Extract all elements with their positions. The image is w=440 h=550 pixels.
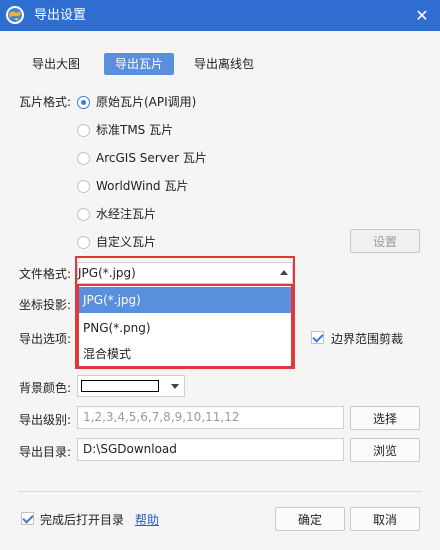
- radio-label: ArcGIS Server 瓦片: [96, 151, 207, 165]
- open-directory-label: 完成后打开目录: [40, 513, 125, 527]
- close-icon[interactable]: ✕: [410, 0, 434, 31]
- clip-boundary-label: 边界范围剪裁: [331, 332, 404, 346]
- radio-indicator[interactable]: [77, 208, 90, 221]
- radio-label: 自定义瓦片: [96, 235, 157, 249]
- clip-boundary-checkbox[interactable]: [311, 331, 324, 344]
- radio-label: WorldWind 瓦片: [96, 179, 189, 193]
- dropdown-option-mixed[interactable]: 混合模式: [79, 341, 291, 367]
- file-format-label: 文件格式:: [19, 267, 72, 281]
- file-format-select[interactable]: JPG(*.jpg): [77, 262, 293, 284]
- export-options-label: 导出选项:: [19, 332, 72, 346]
- export-levels-label: 导出级别:: [19, 413, 72, 427]
- radio-indicator[interactable]: [77, 180, 90, 193]
- radio-indicator[interactable]: [77, 96, 90, 109]
- tab-export-large-image[interactable]: 导出大图: [18, 53, 94, 75]
- ok-button[interactable]: 确定: [275, 507, 345, 531]
- radio-label: 水经注瓦片: [96, 207, 157, 221]
- window-title: 导出设置: [34, 8, 87, 23]
- export-levels-input[interactable]: 1,2,3,4,5,6,7,8,9,10,11,12: [77, 406, 344, 429]
- help-link[interactable]: 帮助: [135, 511, 159, 528]
- background-color-select[interactable]: [77, 375, 185, 397]
- tile-format-label: 瓦片格式:: [19, 95, 72, 109]
- tab-export-tiles[interactable]: 导出瓦片: [104, 53, 174, 75]
- background-color-label: 背景颜色:: [19, 381, 72, 395]
- cancel-button[interactable]: 取消: [350, 507, 420, 531]
- file-format-dropdown: JPG(*.jpg) PNG(*.png) 混合模式: [77, 284, 293, 368]
- dialog-body: 导出大图 导出瓦片 导出离线包 瓦片格式: 原始瓦片(API调用) 标准TMS …: [0, 31, 440, 550]
- select-levels-button[interactable]: 选择: [350, 406, 420, 430]
- chevron-up-icon[interactable]: [280, 270, 288, 275]
- footer-divider: [18, 491, 422, 492]
- radio-label: 原始瓦片(API调用): [96, 95, 197, 109]
- title-bar: 导出设置 ✕: [0, 0, 440, 31]
- tab-export-offline-package[interactable]: 导出离线包: [184, 53, 264, 75]
- export-directory-label: 导出目录:: [19, 445, 72, 459]
- radio-indicator[interactable]: [77, 124, 90, 137]
- browse-button[interactable]: 浏览: [350, 438, 420, 462]
- projection-label: 坐标投影:: [19, 298, 72, 312]
- radio-indicator[interactable]: [77, 236, 90, 249]
- app-globe-icon: [6, 6, 24, 24]
- dropdown-option-jpg[interactable]: JPG(*.jpg): [79, 287, 291, 313]
- settings-button[interactable]: 设置: [350, 229, 420, 253]
- radio-indicator[interactable]: [77, 152, 90, 165]
- dropdown-option-png[interactable]: PNG(*.png): [79, 315, 291, 341]
- file-format-value: JPG(*.jpg): [78, 266, 136, 280]
- radio-label: 标准TMS 瓦片: [96, 123, 174, 137]
- chevron-down-icon[interactable]: [171, 384, 179, 389]
- export-directory-input[interactable]: D:\SGDownload: [77, 438, 344, 461]
- color-swatch: [81, 380, 159, 392]
- open-directory-checkbox[interactable]: [21, 512, 34, 525]
